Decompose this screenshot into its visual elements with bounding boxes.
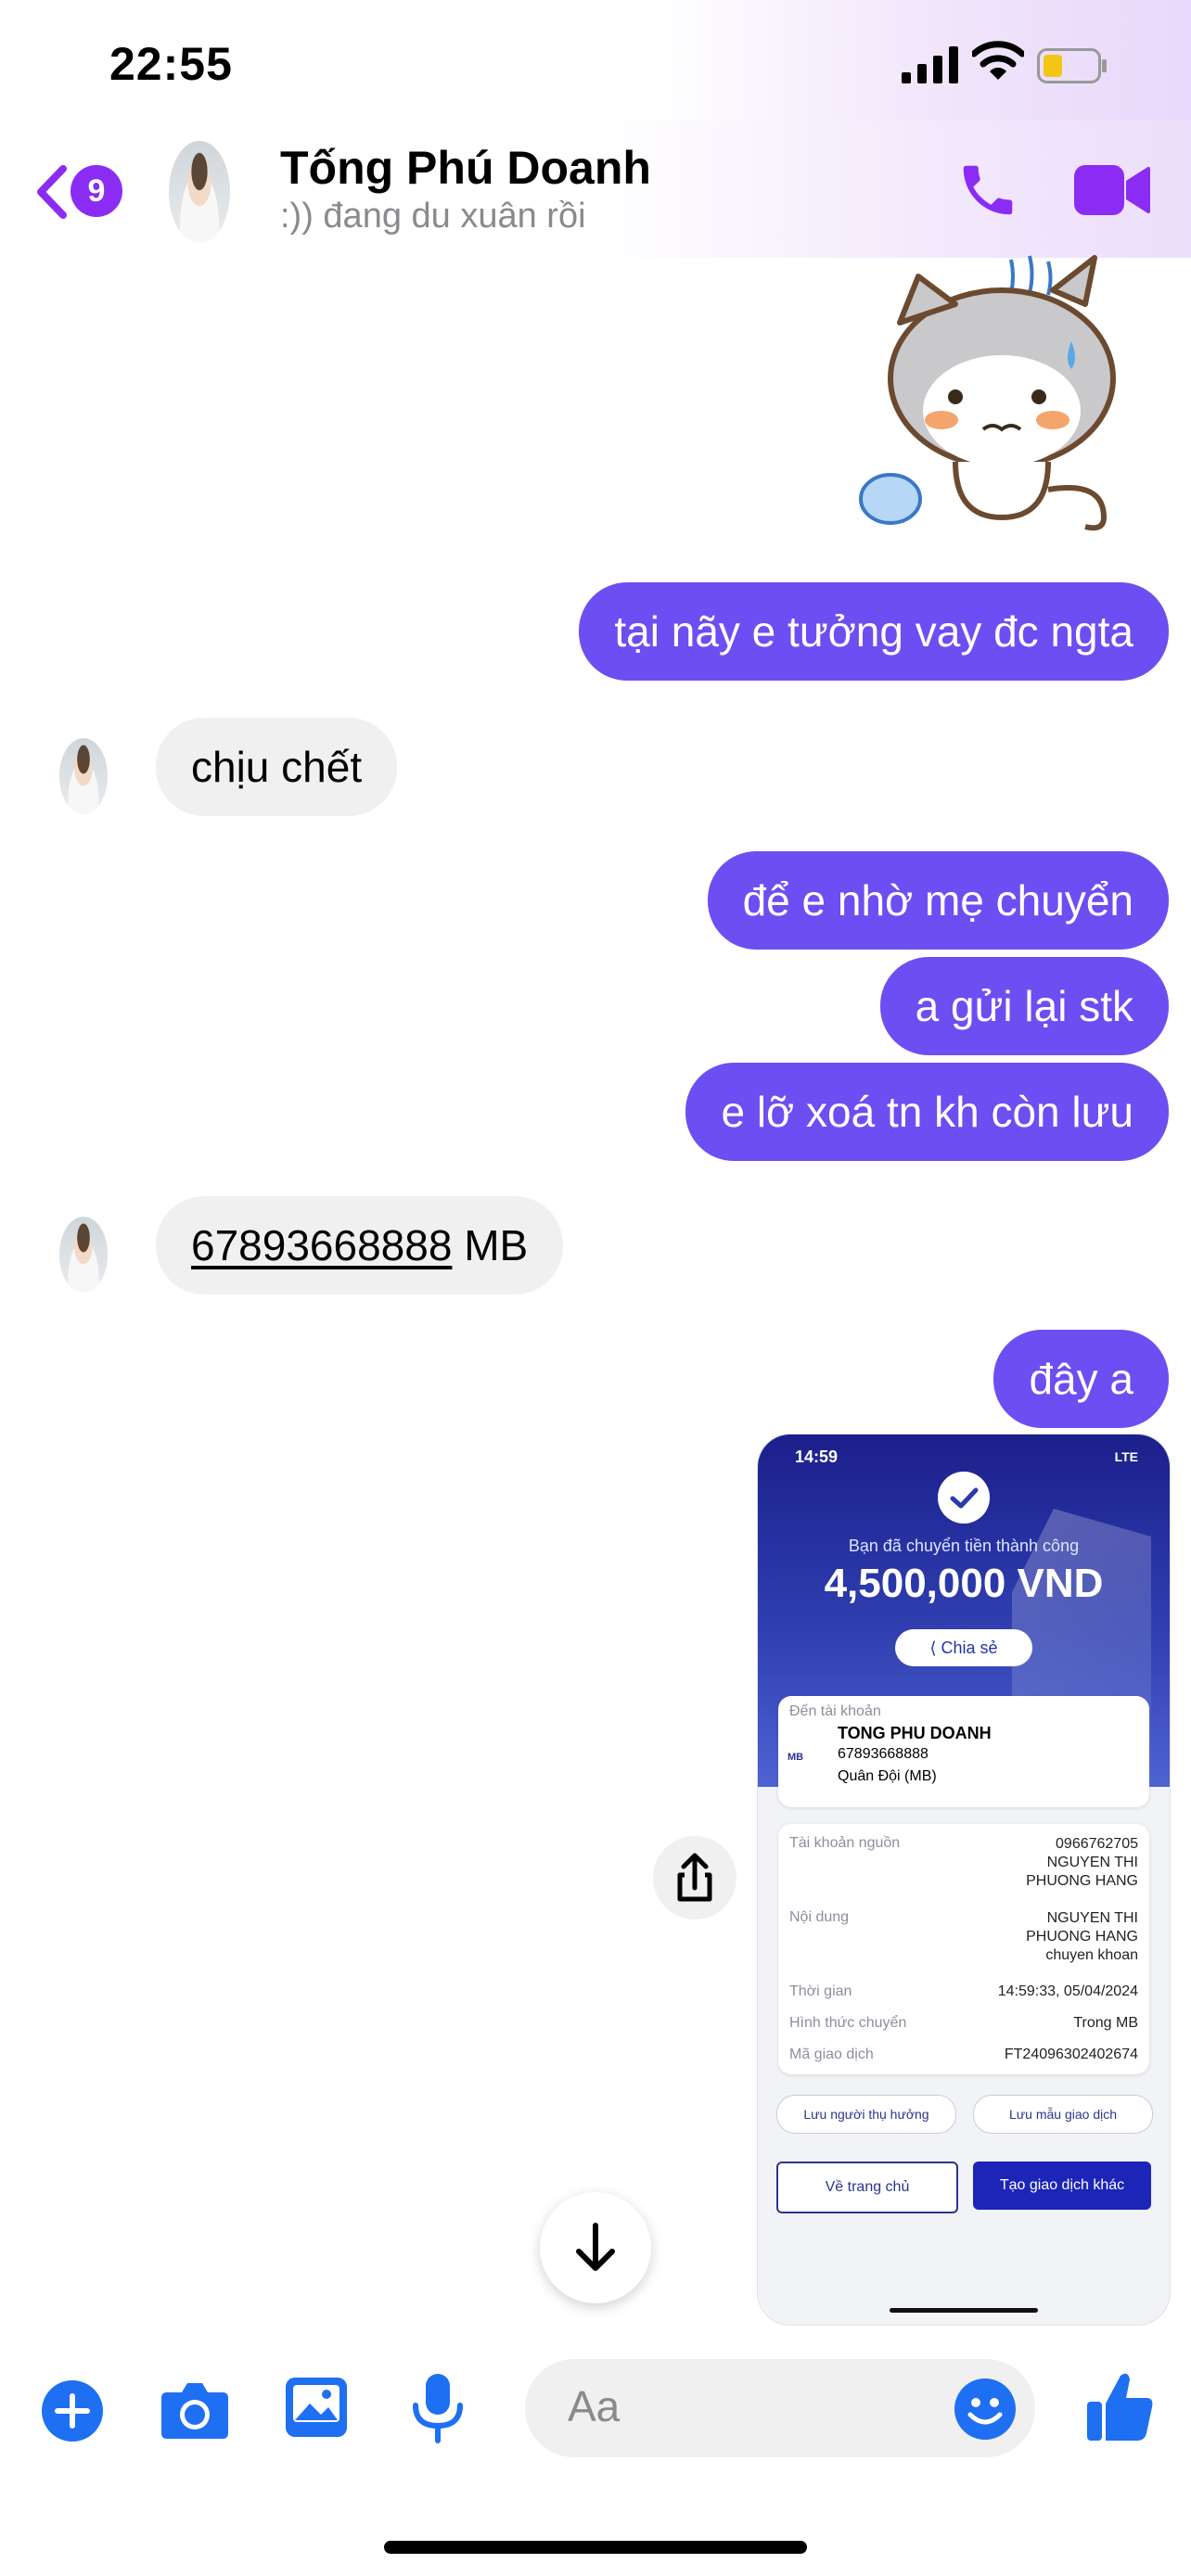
message-bubble-sent[interactable]: để e nhờ mẹ chuyển [707,851,1169,950]
emoji-icon[interactable] [954,2378,1017,2441]
contact-status: :)) đang du xuân rồi [280,197,586,236]
contact-name[interactable]: Tống Phú Doanh [280,141,651,195]
recipient-account: 67893668888 [838,1746,928,1762]
mb-logo: MB [788,1752,804,1763]
receipt-success-message: Bạn đã chuyển tiền thành công [848,1537,1080,1555]
receipt-status-time: 14:59 [795,1447,839,1466]
message-bubble-sent[interactable]: e lỡ xoá tn kh còn lưu [685,1063,1169,1161]
image-icon[interactable] [284,2376,349,2439]
share-button[interactable] [653,1836,736,1919]
receipt-image[interactable]: 14:59 LTE Bạn đã chuyển tiền thành công … [757,1434,1171,2326]
recipient-card: Đến tài khoản MB TONG PHU DOANH 67893668… [778,1696,1149,1807]
to-account-label: Đến tài khoản [789,1703,881,1719]
time-label: Thời gian [789,1983,852,1999]
receipt-home-indicator [890,2308,1038,2313]
content-value: NGUYEN THI PHUONG HANG chuyen khoan [1026,1910,1138,1963]
time-value: 14:59:33, 05/04/2024 [997,1983,1138,1999]
battery-icon [1037,48,1107,83]
message-bubble-received[interactable]: 67893668888 MB [156,1196,564,1294]
share-icon [677,1853,712,1902]
save-template-button: Lưu mẫu giao dịch [973,2095,1153,2134]
receipt-amount: 4,500,000 VND [824,1561,1104,1606]
video-icon[interactable] [1074,161,1150,219]
status-time: 22:55 [109,38,233,90]
transfer-type-value: Trong MB [1073,2015,1138,2031]
save-beneficiary-button: Lưu người thụ hưởng [776,2095,956,2134]
transaction-id-value: FT24096302402674 [1004,2047,1138,2062]
check-icon [938,1472,990,1524]
new-transaction-button: Tạo giao dịch khác [973,2162,1151,2210]
transaction-id-label: Mã giao dịch [789,2047,874,2062]
home-button: Về trang chủ [776,2162,958,2213]
message-input-placeholder: Aa [568,2382,621,2430]
back-chevron-icon[interactable] [33,163,70,221]
message-bubble-sent[interactable]: đây a [993,1330,1169,1428]
content-label: Nội dung [789,1909,850,1925]
recipient-bank: Quân Đội (MB) [838,1768,937,1784]
wifi-icon [972,41,1024,80]
recipient-name: TONG PHU DOANH [838,1724,992,1742]
contact-avatar-small[interactable] [59,1217,108,1293]
message-bubble-sent[interactable]: tại nãy e tưởng vay đc ngta [579,582,1169,681]
phone-icon[interactable] [955,158,1020,223]
contact-avatar-small[interactable] [59,738,108,814]
receipt-share-button: ⟨ Chia sẻ [895,1629,1032,1666]
bank-name: MB [452,1221,529,1269]
unread-badge[interactable]: 9 [70,165,122,217]
transaction-details: Tài khoản nguồn 0966762705 NGUYEN THI PH… [778,1824,1149,2074]
home-indicator [384,2541,807,2554]
source-account-value: 0966762705 NGUYEN THI PHUONG HANG [1026,1836,1138,1889]
transfer-type-label: Hình thức chuyển [789,2015,907,2031]
arrow-down-icon [576,2223,615,2271]
sticker-sad-cat[interactable] [853,249,1141,536]
signal-icon [902,46,958,83]
message-bubble-sent[interactable]: a gửi lại stk [879,957,1169,1055]
thumbs-up-icon[interactable] [1085,2370,1154,2442]
plus-icon[interactable] [41,2379,104,2442]
scroll-to-bottom-button[interactable] [540,2192,651,2303]
message-bubble-received[interactable]: chịu chết [156,718,398,816]
mic-icon[interactable] [410,2372,466,2446]
contact-avatar[interactable] [169,141,230,243]
receipt-network: LTE [1114,1449,1138,1464]
source-account-label: Tài khoản nguồn [789,1835,901,1851]
camera-icon[interactable] [160,2379,230,2441]
account-number-link[interactable]: 67893668888 [191,1221,452,1269]
